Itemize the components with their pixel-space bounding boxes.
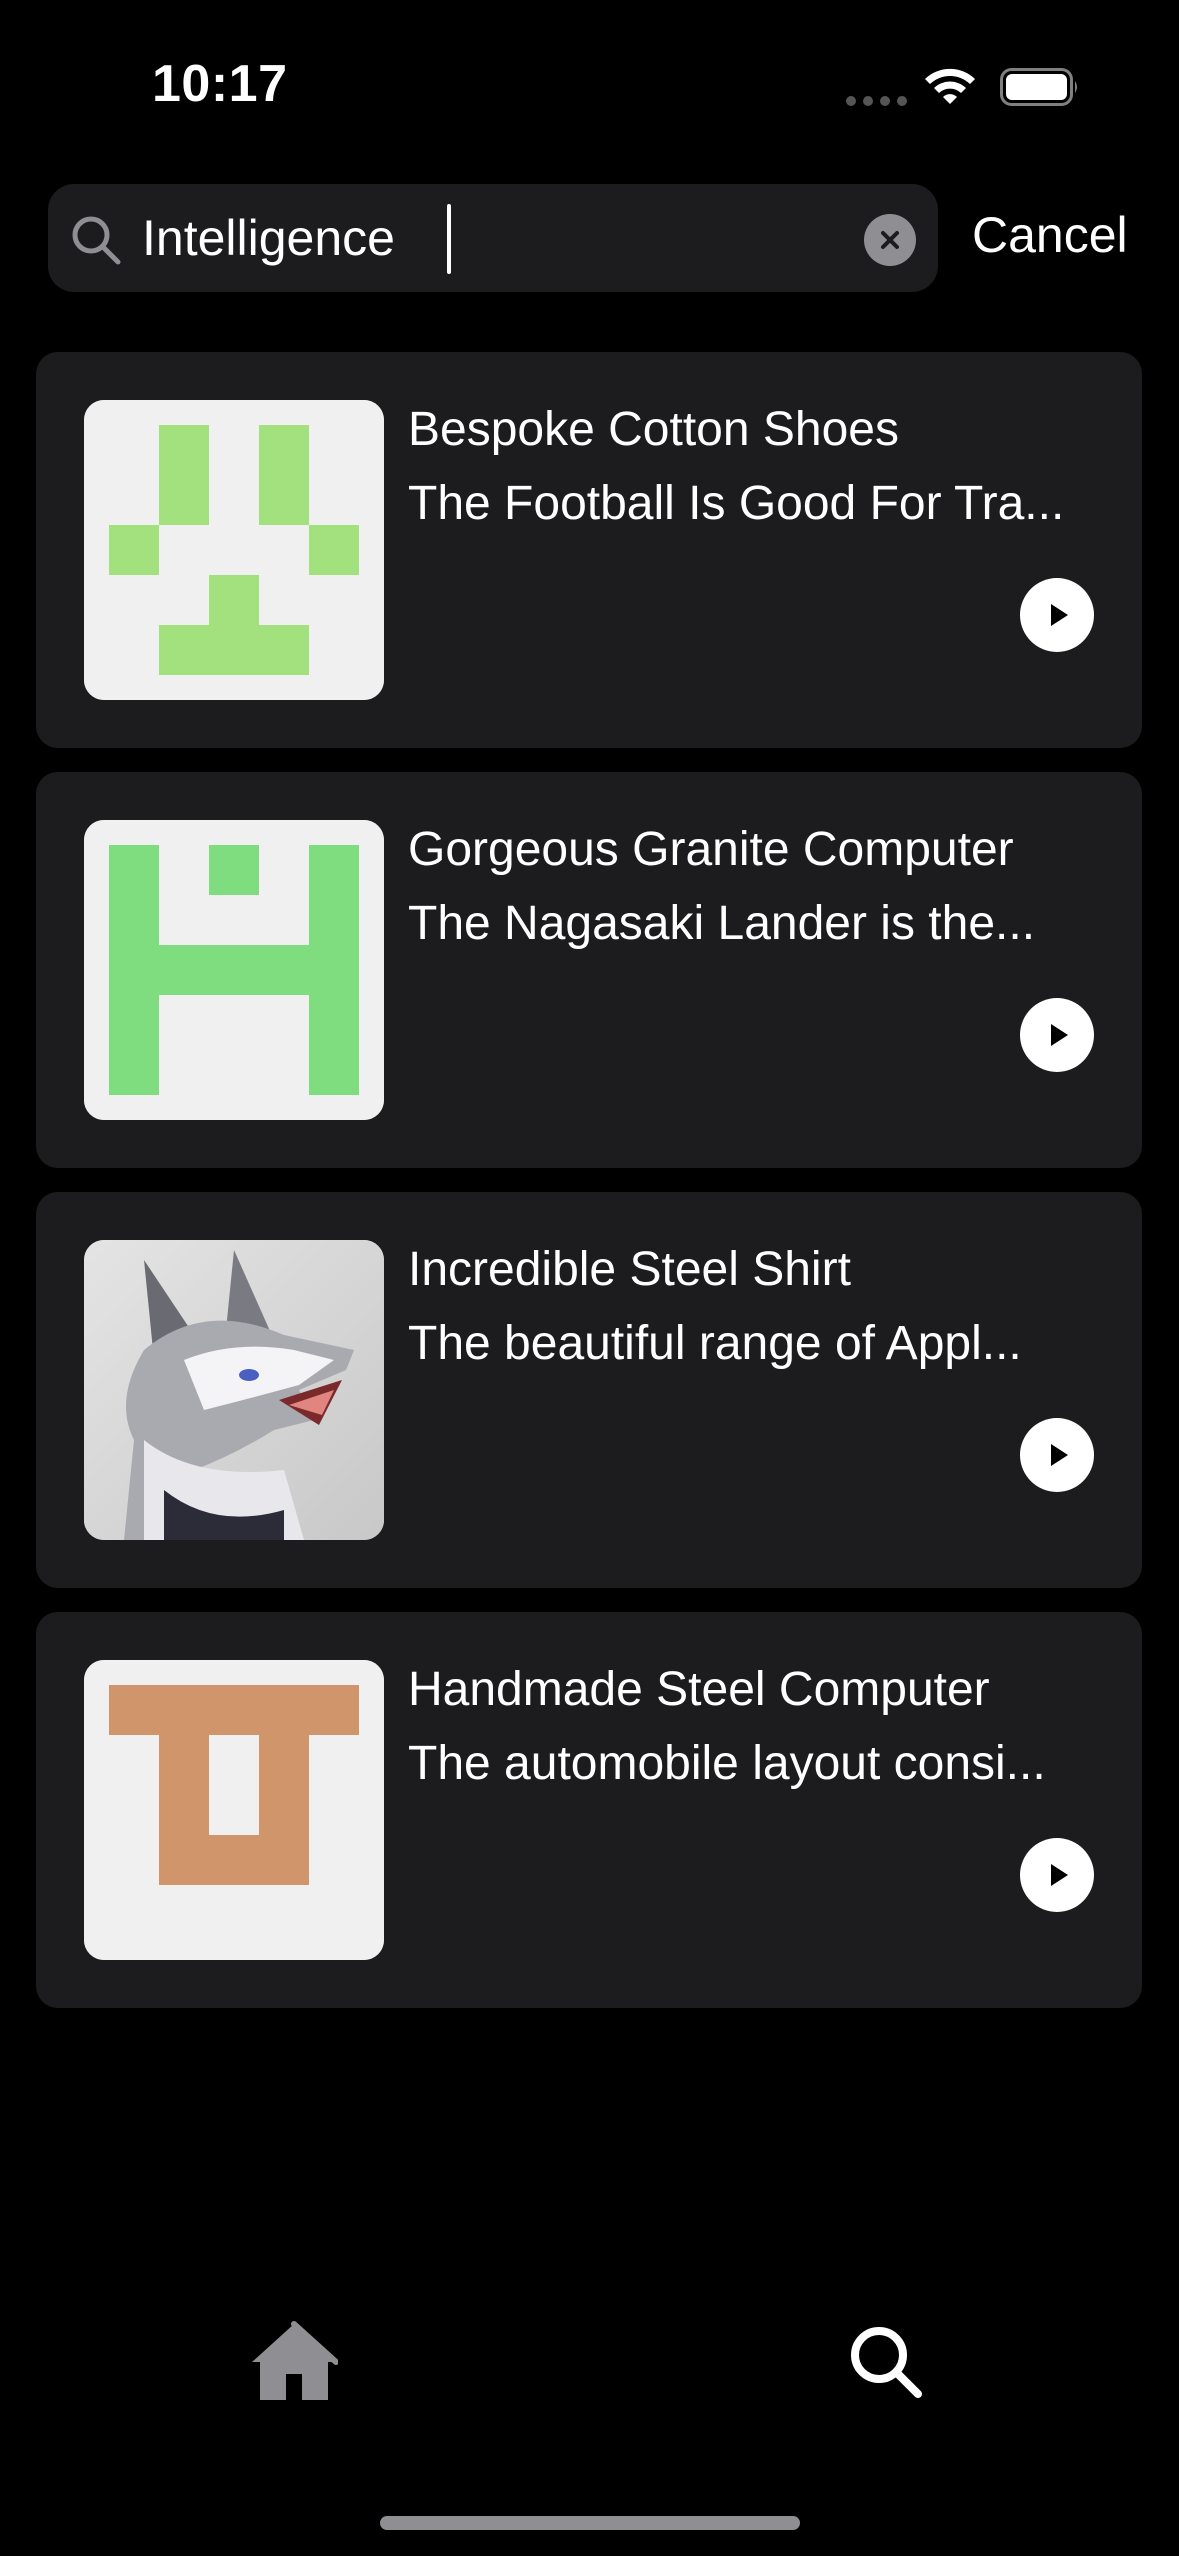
tab-home[interactable] <box>250 2320 338 2404</box>
result-card[interactable]: Gorgeous Granite Computer The Nagasaki L… <box>36 772 1142 1168</box>
result-subtitle: The Football Is Good For Tra... <box>408 477 1065 530</box>
play-icon <box>1051 1864 1068 1886</box>
cellular-signal-icon <box>846 96 907 106</box>
play-button[interactable] <box>1020 998 1094 1072</box>
play-icon <box>1051 1444 1068 1466</box>
wifi-icon <box>925 68 975 104</box>
play-button[interactable] <box>1020 578 1094 652</box>
play-icon <box>1051 1024 1068 1046</box>
result-title: Incredible Steel Shirt <box>408 1243 851 1296</box>
result-title: Bespoke Cotton Shoes <box>408 403 899 456</box>
close-icon <box>881 231 899 249</box>
green-pixel-avatar <box>84 820 384 1120</box>
cancel-button[interactable]: Cancel <box>972 206 1128 264</box>
result-title: Handmade Steel Computer <box>408 1663 990 1716</box>
result-subtitle: The automobile layout consi... <box>408 1737 1046 1790</box>
search-input[interactable] <box>142 206 902 270</box>
home-indicator <box>380 2516 800 2530</box>
tab-search[interactable] <box>846 2322 926 2402</box>
result-card[interactable]: Bespoke Cotton Shoes The Football Is Goo… <box>36 352 1142 748</box>
play-icon <box>1051 604 1068 626</box>
wolf-illustration <box>84 1240 384 1540</box>
search-icon <box>851 2327 922 2398</box>
home-icon <box>252 2321 338 2400</box>
search-results-list: Bespoke Cotton Shoes The Football Is Goo… <box>36 352 1142 2032</box>
status-bar: 10:17 <box>0 0 1179 160</box>
result-card[interactable]: Incredible Steel Shirt The beautiful ran… <box>36 1192 1142 1588</box>
battery-icon <box>1000 68 1077 106</box>
play-button[interactable] <box>1020 1418 1094 1492</box>
result-card[interactable]: Handmade Steel Computer The automobile l… <box>36 1612 1142 2008</box>
search-bar[interactable] <box>48 184 938 292</box>
green-pixel-avatar <box>84 400 384 700</box>
result-subtitle: The beautiful range of Appl... <box>408 1317 1022 1370</box>
play-button[interactable] <box>1020 1838 1094 1912</box>
orange-pixel-avatar <box>84 1660 384 1960</box>
search-icon <box>72 216 121 265</box>
result-title: Gorgeous Granite Computer <box>408 823 1014 876</box>
clear-search-button[interactable] <box>864 214 916 266</box>
text-cursor <box>447 204 451 274</box>
status-time: 10:17 <box>152 55 288 113</box>
result-subtitle: The Nagasaki Lander is the... <box>408 897 1036 950</box>
